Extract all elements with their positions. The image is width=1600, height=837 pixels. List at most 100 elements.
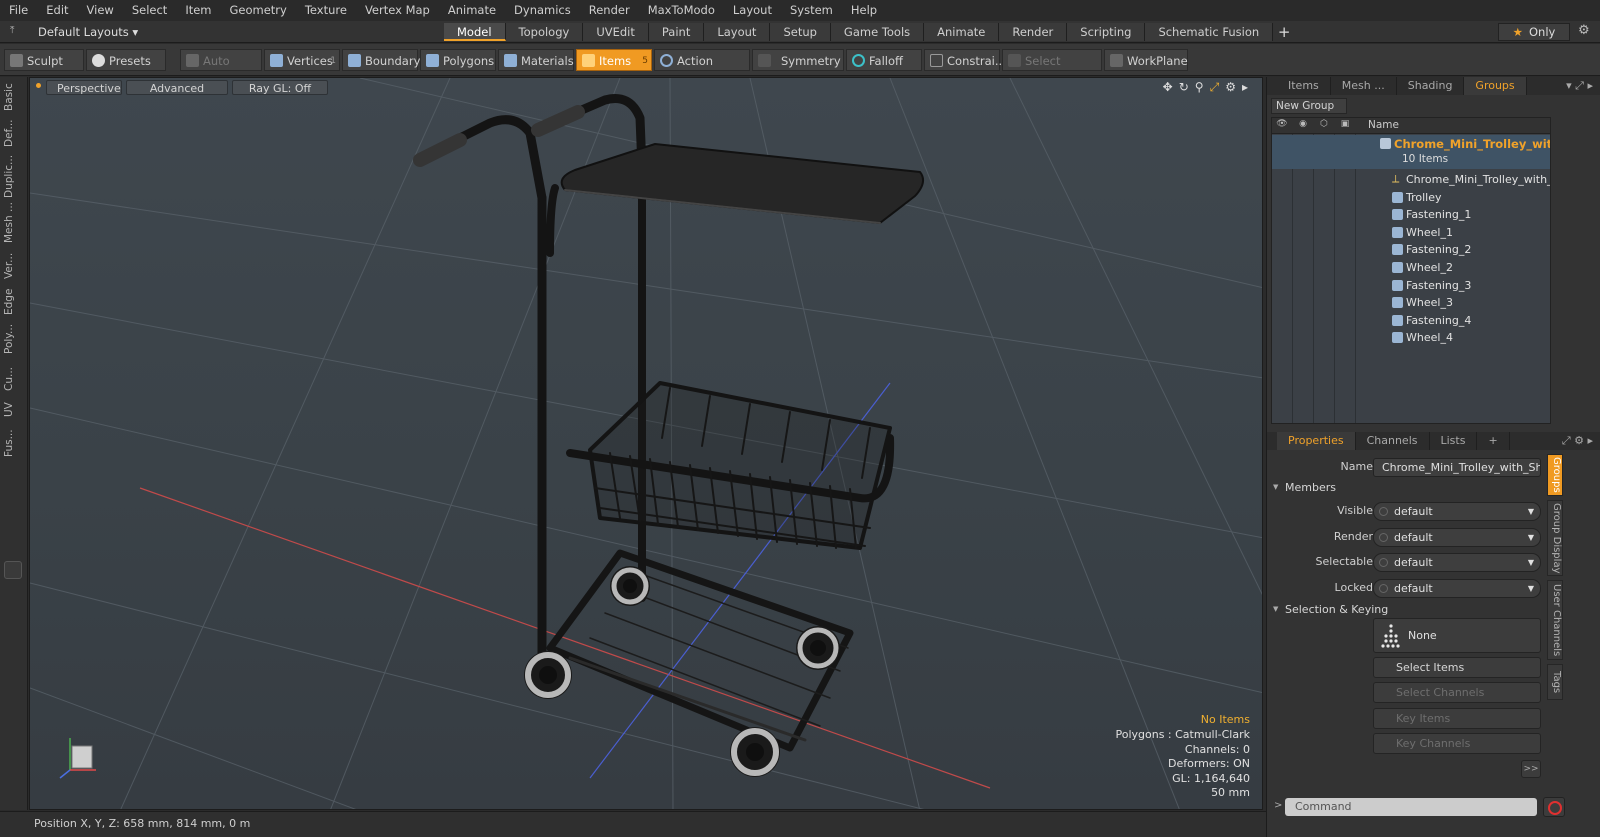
vertices-button[interactable]: Vertices 1 — [264, 49, 340, 71]
left-tab-uv[interactable]: UV — [3, 399, 23, 421]
menu-maxtomodo[interactable]: MaxToModo — [639, 0, 724, 21]
add-props-tab-icon[interactable]: + — [1477, 432, 1510, 450]
tab-groups[interactable]: Groups — [1464, 77, 1527, 95]
tree-item-row[interactable]: ⟂ Chrome_Mini_Trolley_with_ ... — [1272, 171, 1550, 189]
menu-render[interactable]: Render — [580, 0, 639, 21]
tab-setup[interactable]: Setup — [770, 23, 831, 41]
tab-mesh[interactable]: Mesh ... — [1331, 77, 1397, 95]
tab-game-tools[interactable]: Game Tools — [830, 23, 925, 41]
menu-item[interactable]: Item — [176, 0, 220, 21]
tab-properties[interactable]: Properties — [1277, 432, 1356, 450]
tree-item-row[interactable]: Trolley — [1272, 189, 1550, 207]
only-button[interactable]: ★ Only — [1498, 23, 1570, 41]
zoom-view-icon[interactable]: ⚲ — [1195, 80, 1204, 95]
record-macro-icon[interactable] — [1543, 797, 1565, 817]
left-tab-basic[interactable]: Basic — [3, 81, 23, 113]
left-tab-duplicate[interactable]: Duplic... — [3, 153, 23, 199]
select-items-button[interactable]: Select Items — [1373, 657, 1541, 678]
layout-select[interactable]: Default Layouts ▾ — [28, 23, 148, 41]
advanced-button[interactable]: Advanced — [126, 80, 228, 95]
action-center-button[interactable]: Action Center — [654, 49, 750, 90]
selectable-dropdown[interactable]: default ▼ — [1373, 553, 1541, 572]
menu-dynamics[interactable]: Dynamics — [505, 0, 580, 21]
render-dropdown[interactable]: default ▼ — [1373, 528, 1541, 547]
tab-paint[interactable]: Paint — [648, 23, 705, 41]
side-tab-tags[interactable]: Tags — [1547, 664, 1563, 700]
render-column-icon[interactable]: ◉ — [1296, 119, 1310, 133]
constraints-button[interactable]: Constrai... — [924, 49, 1006, 71]
selection-keying-section[interactable]: Selection & Keying — [1273, 602, 1541, 617]
wheel-front-left[interactable] — [524, 651, 572, 699]
scene-canvas[interactable] — [30, 78, 1263, 810]
key-items-button[interactable]: Key Items — [1373, 708, 1541, 729]
tab-schematic-fusion[interactable]: Schematic Fusion — [1145, 23, 1274, 41]
tab-uvedit[interactable]: UVEdit — [583, 23, 649, 41]
symmetry-button[interactable]: Symmetry — [752, 49, 844, 71]
left-tab-deform[interactable]: Def... — [3, 115, 23, 151]
tab-animate[interactable]: Animate — [924, 23, 1000, 41]
locked-dropdown[interactable]: default ▼ — [1373, 579, 1541, 598]
fit-view-icon[interactable]: ⤢ — [1210, 80, 1220, 95]
menu-help[interactable]: Help — [842, 0, 886, 21]
menu-select[interactable]: Select — [123, 0, 176, 21]
command-input[interactable]: Command — [1285, 798, 1537, 816]
tree-item-row[interactable]: Fastening_4 — [1272, 312, 1550, 330]
falloff-button[interactable]: Falloff — [846, 49, 922, 71]
perspective-button[interactable]: Perspective — [46, 80, 122, 95]
viewport-menu-dot[interactable] — [36, 83, 41, 88]
tab-topology[interactable]: Topology — [505, 23, 584, 41]
group-row[interactable]: Chrome_Mini_Trolley_wit ... 10 Items — [1272, 135, 1550, 169]
tree-item-row[interactable]: Wheel_4 — [1272, 329, 1550, 347]
tab-channels[interactable]: Channels — [1356, 432, 1430, 450]
boundary-button[interactable]: Boundary — [342, 49, 420, 71]
select-column-icon[interactable]: ⬡ — [1317, 119, 1331, 133]
wheel-back-right[interactable] — [796, 626, 840, 670]
visibility-column-icon[interactable]: 👁 — [1275, 119, 1289, 133]
auto-select-button[interactable]: Auto Select — [180, 49, 262, 90]
tab-shading[interactable]: Shading — [1397, 77, 1465, 95]
tree-item-row[interactable]: Wheel_1 — [1272, 224, 1550, 242]
menu-system[interactable]: System — [781, 0, 842, 21]
raygl-button[interactable]: Ray GL: Off — [232, 80, 328, 95]
side-tab-groups[interactable]: Groups — [1547, 454, 1563, 496]
name-field[interactable]: Chrome_Mini_Trolley_with_Shelf — [1373, 458, 1541, 477]
visible-dropdown[interactable]: default ▼ — [1373, 502, 1541, 521]
pin-icon[interactable]: ⤒ — [10, 25, 20, 37]
key-channels-button[interactable]: Key Channels — [1373, 733, 1541, 754]
tree-item-row[interactable]: Fastening_2 — [1272, 241, 1550, 259]
side-tab-group-display[interactable]: Group Display — [1547, 500, 1563, 576]
tree-item-row[interactable]: Fastening_1 — [1272, 206, 1550, 224]
tab-layout[interactable]: Layout — [704, 23, 771, 41]
items-button[interactable]: Items 5 — [576, 49, 652, 71]
left-tab-mesh[interactable]: Mesh ... — [3, 201, 23, 245]
tab-model[interactable]: Model — [444, 23, 506, 41]
members-section[interactable]: Members — [1273, 480, 1541, 495]
rotate-view-icon[interactable]: ↻ — [1179, 80, 1189, 95]
presets-button[interactable]: Presets — [86, 49, 166, 71]
command-chevron-icon[interactable]: > — [1274, 800, 1282, 811]
select-channels-button[interactable]: Select Channels — [1373, 682, 1541, 703]
sculpt-button[interactable]: Sculpt — [4, 49, 84, 71]
workplane-button[interactable]: WorkPlane — [1104, 49, 1188, 71]
left-expand-button[interactable] — [4, 561, 22, 579]
more-button[interactable]: >> — [1521, 760, 1541, 778]
wheel-front-right[interactable] — [730, 727, 780, 777]
left-tab-edge[interactable]: Edge — [3, 287, 23, 317]
menu-animate[interactable]: Animate — [439, 0, 505, 21]
menu-layout[interactable]: Layout — [724, 0, 781, 21]
name-column-header[interactable]: Name — [1368, 119, 1399, 131]
left-tab-curve[interactable]: Cu... — [3, 361, 23, 397]
props-panel-icons[interactable]: ⤢ ⚙ ▸ — [1562, 434, 1593, 448]
viewport-settings-icon[interactable]: ⚙ — [1225, 80, 1236, 95]
tab-items[interactable]: Items — [1277, 77, 1331, 95]
menu-vertex-map[interactable]: Vertex Map — [356, 0, 439, 21]
gear-icon[interactable]: ⚙ — [1578, 23, 1590, 38]
none-button[interactable]: None — [1373, 618, 1541, 653]
panel-expand-icon[interactable]: ▾ ⤢ ▸ — [1566, 79, 1593, 93]
menu-geometry[interactable]: Geometry — [221, 0, 296, 21]
left-tab-polygon[interactable]: Poly... — [3, 319, 23, 359]
viewport-arrow-icon[interactable]: ▸ — [1242, 80, 1248, 95]
menu-file[interactable]: File — [0, 0, 37, 21]
select-through-button[interactable]: Select Through — [1002, 49, 1102, 90]
tab-scripting[interactable]: Scripting — [1067, 23, 1146, 41]
